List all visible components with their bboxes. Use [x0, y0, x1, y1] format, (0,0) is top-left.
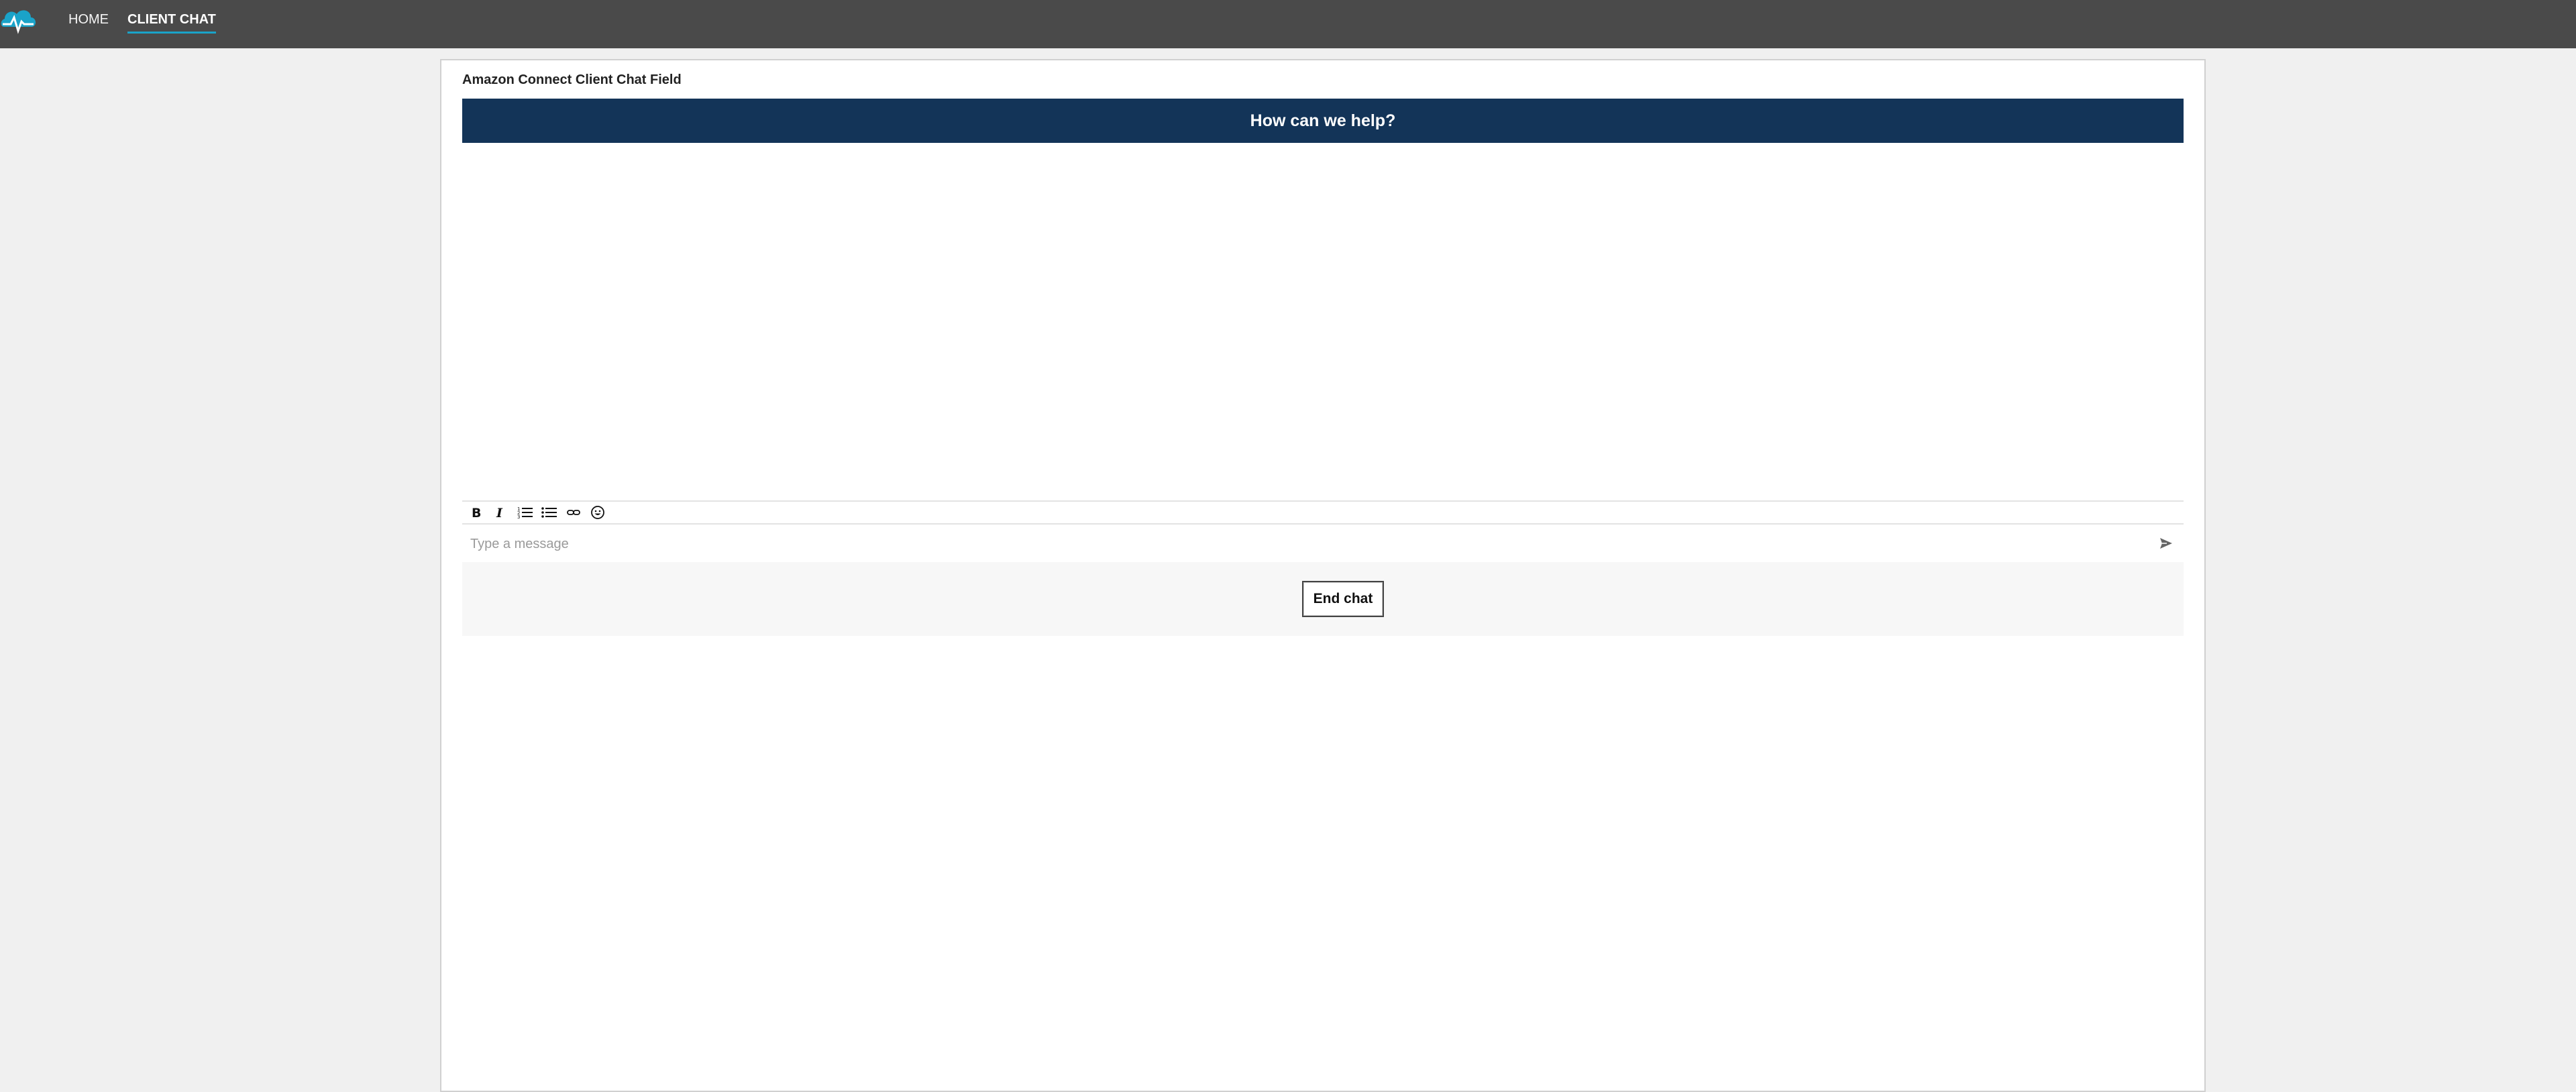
bulleted-list-icon[interactable]: [541, 504, 557, 521]
cloud-pulse-logo-icon[interactable]: [0, 3, 38, 40]
chat-footer: End chat: [462, 562, 2184, 636]
chat-widget-panel: Amazon Connect Client Chat Field How can…: [440, 59, 2206, 1092]
panel-title: Amazon Connect Client Chat Field: [462, 72, 682, 87]
chat-header-title: How can we help?: [1250, 111, 1396, 130]
italic-icon[interactable]: I: [493, 504, 509, 521]
svg-text:B: B: [472, 506, 481, 519]
emoji-icon[interactable]: [590, 504, 606, 521]
chat-header: How can we help?: [462, 99, 2184, 143]
link-icon[interactable]: [566, 504, 582, 521]
message-composer: [462, 525, 2184, 563]
nav-client-chat[interactable]: CLIENT CHAT: [127, 9, 216, 34]
send-icon[interactable]: [2158, 535, 2174, 551]
end-chat-button[interactable]: End chat: [1302, 581, 1384, 617]
numbered-list-icon[interactable]: 1 2 3: [517, 504, 533, 521]
active-tab-indicator: [127, 32, 216, 34]
bold-icon[interactable]: B: [469, 504, 485, 521]
svg-text:I: I: [496, 506, 503, 519]
svg-text:3: 3: [517, 514, 520, 519]
chat-messages-area[interactable]: [462, 143, 2184, 559]
nav-client-chat-label: CLIENT CHAT: [127, 12, 216, 27]
nav-home[interactable]: HOME: [68, 9, 109, 34]
top-navigation-bar: HOME CLIENT CHAT: [0, 0, 2576, 48]
message-input[interactable]: [462, 525, 2149, 563]
formatting-toolbar: B I 1 2 3: [462, 500, 2184, 525]
